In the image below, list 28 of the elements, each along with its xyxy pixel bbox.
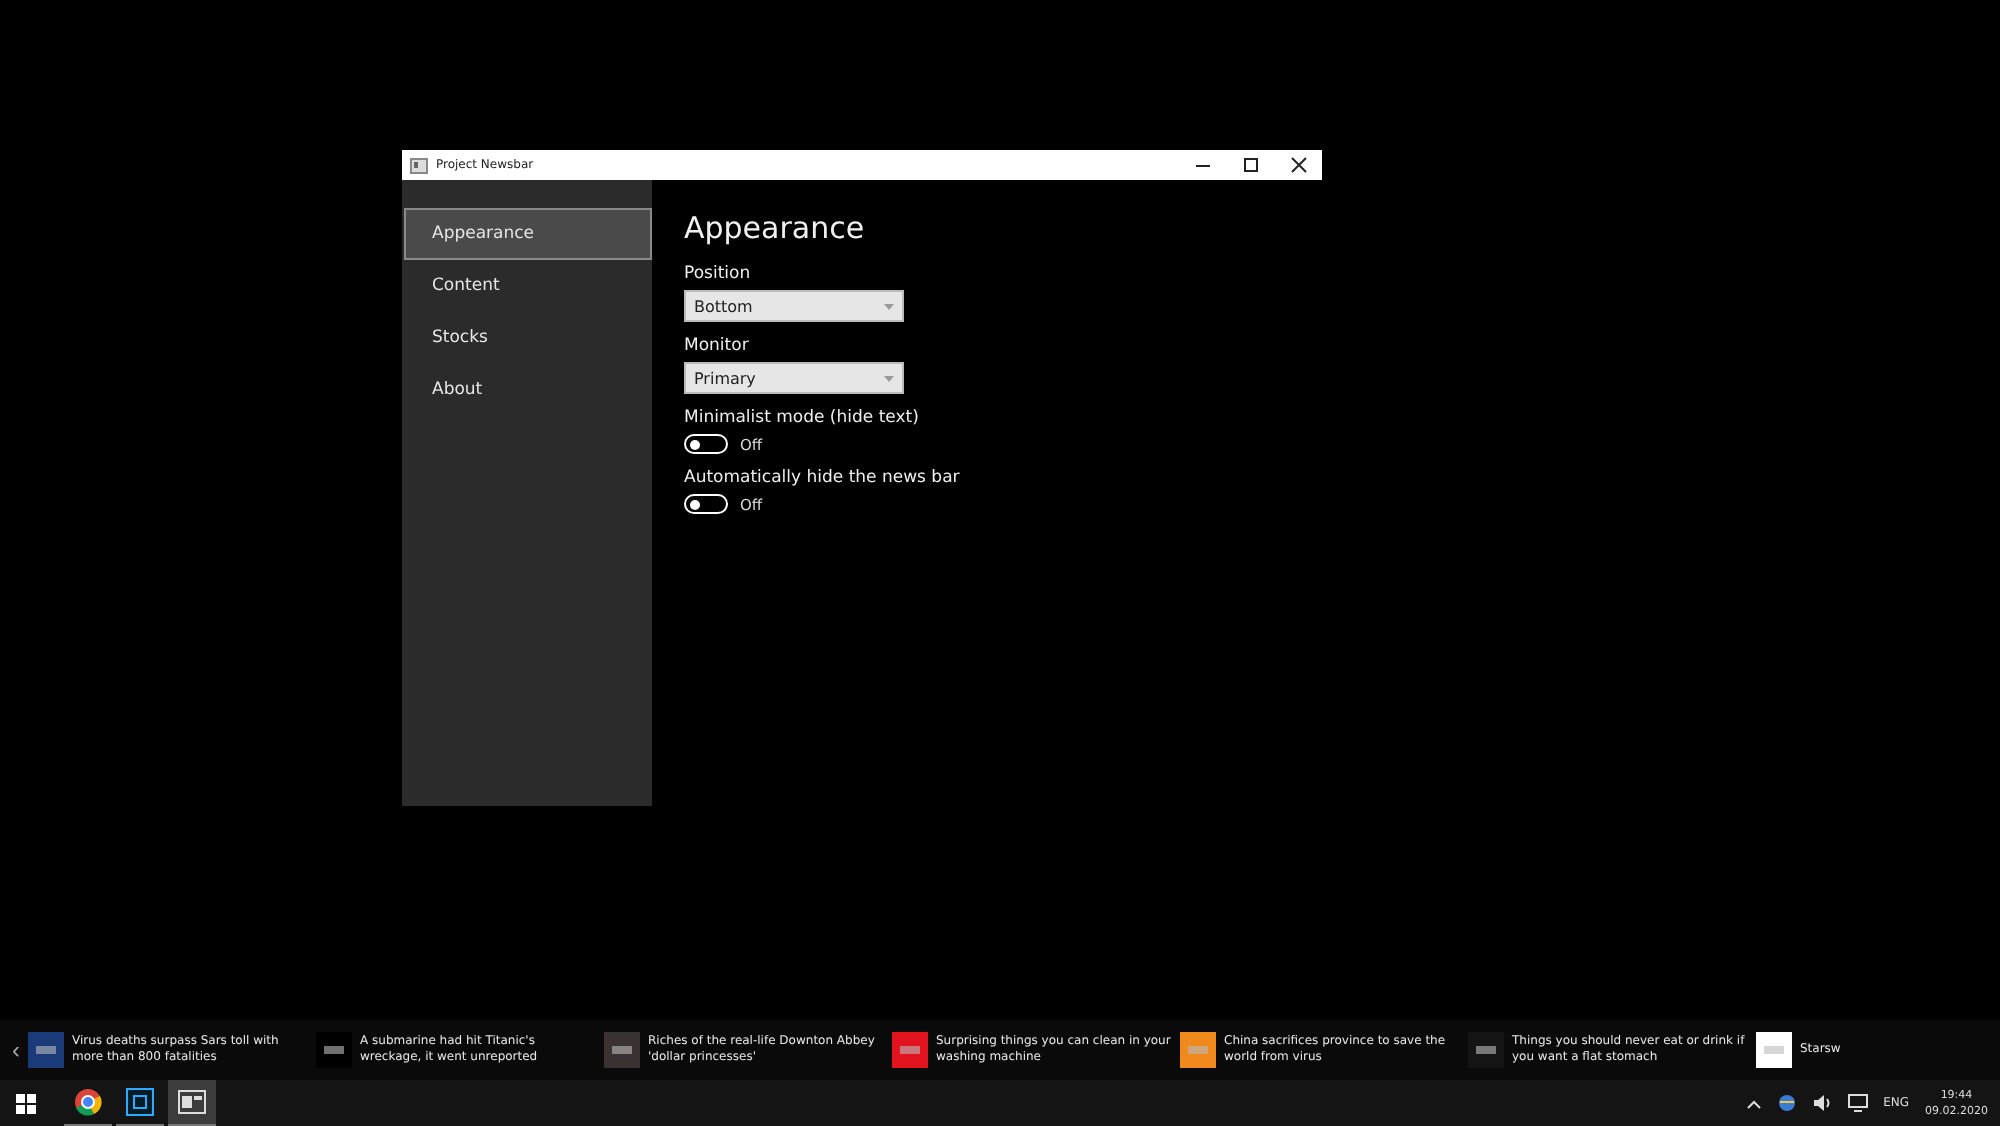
toggle-switch[interactable] xyxy=(684,494,728,514)
setting-label: Minimalist mode (hide text) xyxy=(684,408,921,428)
previous-button[interactable]: ‹ xyxy=(4,1036,28,1064)
window-icon xyxy=(410,157,428,173)
sidebar-item[interactable]: Appearance xyxy=(404,208,652,260)
setting-label: Automatically hide the news bar xyxy=(684,468,962,488)
round-app-icon xyxy=(74,1088,102,1116)
caret-icon xyxy=(884,375,894,381)
taskbar-app[interactable] xyxy=(168,1080,216,1126)
chevron-up-icon[interactable] xyxy=(1745,1097,1762,1109)
speaker-icon[interactable] xyxy=(1811,1094,1832,1112)
window-app-icon xyxy=(178,1090,206,1114)
sidebar-item[interactable]: Stocks xyxy=(404,312,652,364)
maximize-icon xyxy=(1241,156,1259,174)
dropdown[interactable]: Primary xyxy=(684,362,904,394)
square-app-icon xyxy=(126,1088,154,1116)
monitor-icon[interactable] xyxy=(1847,1094,1868,1112)
windows-start-icon[interactable] xyxy=(16,1093,36,1113)
setting-label: Monitor xyxy=(684,336,751,356)
toggle-switch[interactable] xyxy=(684,434,728,454)
setting-label: Position xyxy=(684,264,753,284)
caret-icon xyxy=(884,303,894,309)
page-heading: Appearance xyxy=(684,210,867,246)
close-icon xyxy=(1289,156,1307,174)
dropdown[interactable]: Bottom xyxy=(684,290,904,322)
globe-icon[interactable] xyxy=(1777,1094,1796,1112)
sidebar-item[interactable]: About xyxy=(404,364,652,416)
sidebar-item[interactable]: Content xyxy=(404,260,652,312)
